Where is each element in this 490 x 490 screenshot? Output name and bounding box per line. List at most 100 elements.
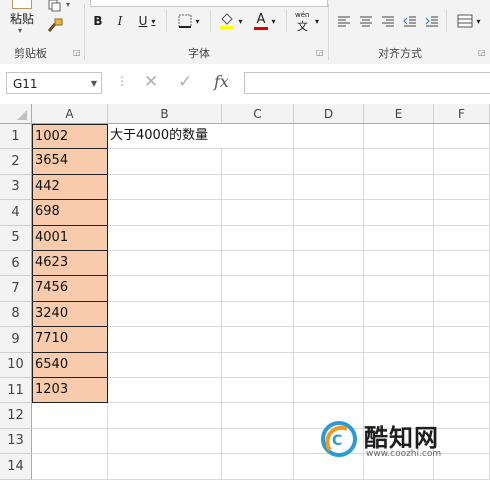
cell-e8[interactable] xyxy=(364,301,434,328)
cell-b6[interactable] xyxy=(108,251,222,277)
cell-e5[interactable] xyxy=(364,225,434,251)
cell-f8[interactable] xyxy=(434,301,490,328)
align-center-button[interactable] xyxy=(358,12,374,30)
cell-c1[interactable] xyxy=(222,124,294,150)
cell-b5[interactable] xyxy=(108,225,222,251)
cell-b1[interactable]: 大于4000的数量 xyxy=(108,124,222,150)
cell-c14[interactable] xyxy=(222,454,294,480)
column-header-e[interactable]: E xyxy=(364,104,434,124)
cell-f10[interactable] xyxy=(434,352,490,378)
cell-a1[interactable]: 1002 xyxy=(32,124,108,150)
cell-f3[interactable] xyxy=(434,174,490,201)
row-header-14[interactable]: 14 xyxy=(0,454,32,480)
row-header-6[interactable]: 6 xyxy=(0,251,32,277)
format-painter-button[interactable] xyxy=(46,18,66,36)
cell-f5[interactable] xyxy=(434,225,490,251)
cell-b12[interactable] xyxy=(108,403,222,429)
decrease-indent-button[interactable] xyxy=(402,12,418,30)
increase-indent-button[interactable] xyxy=(424,12,440,30)
cell-b9[interactable] xyxy=(108,327,222,353)
cell-e4[interactable] xyxy=(364,200,434,226)
cell-c13[interactable] xyxy=(222,428,294,455)
row-header-8[interactable]: 8 xyxy=(0,301,32,328)
cell-a4[interactable]: 698 xyxy=(32,200,108,226)
column-header-c[interactable]: C xyxy=(222,104,294,124)
cell-b10[interactable] xyxy=(108,352,222,378)
cell-a7[interactable]: 7456 xyxy=(32,276,108,302)
select-all-corner[interactable] xyxy=(0,104,32,124)
cell-e3[interactable] xyxy=(364,174,434,201)
cell-b3[interactable] xyxy=(108,174,222,201)
cell-d9[interactable] xyxy=(294,327,364,353)
row-header-2[interactable]: 2 xyxy=(0,149,32,175)
cell-e11[interactable] xyxy=(364,378,434,404)
dialog-launcher-icon[interactable]: ◲ xyxy=(73,48,81,57)
cell-e2[interactable] xyxy=(364,149,434,175)
column-header-b[interactable]: B xyxy=(108,104,222,124)
cell-c9[interactable] xyxy=(222,327,294,353)
cell-e9[interactable] xyxy=(364,327,434,353)
cell-b14[interactable] xyxy=(108,454,222,480)
cell-c11[interactable] xyxy=(222,378,294,404)
cell-a14[interactable] xyxy=(32,454,108,480)
dialog-launcher-icon[interactable]: ◲ xyxy=(316,48,324,57)
cell-b13[interactable] xyxy=(108,428,222,455)
cell-a2[interactable]: 3654 xyxy=(32,149,108,175)
bold-button[interactable]: B xyxy=(90,12,106,30)
copy-button[interactable]: ▾ xyxy=(46,0,76,14)
formula-input[interactable] xyxy=(244,72,490,94)
enter-button[interactable]: ✓ xyxy=(178,72,192,92)
cell-d11[interactable] xyxy=(294,378,364,404)
row-header-12[interactable]: 12 xyxy=(0,403,32,429)
cancel-button[interactable]: ✕ xyxy=(144,72,158,92)
cell-d4[interactable] xyxy=(294,200,364,226)
merge-center-button[interactable]: ▾ xyxy=(454,12,484,30)
cell-f2[interactable] xyxy=(434,149,490,175)
cell-a13[interactable] xyxy=(32,428,108,455)
cell-c12[interactable] xyxy=(222,403,294,429)
cell-b7[interactable] xyxy=(108,276,222,302)
cell-a9[interactable]: 7710 xyxy=(32,327,108,353)
font-color-button[interactable]: A ▾ xyxy=(250,12,280,30)
underline-button[interactable]: U ▾ xyxy=(134,12,160,30)
cell-c2[interactable] xyxy=(222,149,294,175)
row-header-7[interactable]: 7 xyxy=(0,276,32,302)
insert-function-button[interactable]: fx xyxy=(214,72,229,91)
cell-b2[interactable] xyxy=(108,149,222,175)
cell-d8[interactable] xyxy=(294,301,364,328)
row-header-5[interactable]: 5 xyxy=(0,225,32,251)
cell-b8[interactable] xyxy=(108,301,222,328)
cell-c4[interactable] xyxy=(222,200,294,226)
cell-f4[interactable] xyxy=(434,200,490,226)
cell-d5[interactable] xyxy=(294,225,364,251)
cell-c3[interactable] xyxy=(222,174,294,201)
row-header-9[interactable]: 9 xyxy=(0,327,32,353)
cell-a5[interactable]: 4001 xyxy=(32,225,108,251)
row-header-13[interactable]: 13 xyxy=(0,428,32,455)
cell-d7[interactable] xyxy=(294,276,364,302)
more-options-icon[interactable]: ⋮ xyxy=(116,74,128,88)
row-header-3[interactable]: 3 xyxy=(0,174,32,201)
cell-c6[interactable] xyxy=(222,251,294,277)
cell-f1[interactable] xyxy=(434,124,490,150)
cell-e6[interactable] xyxy=(364,251,434,277)
border-button[interactable]: ▾ xyxy=(174,12,204,30)
cell-b4[interactable] xyxy=(108,200,222,226)
column-header-d[interactable]: D xyxy=(294,104,364,124)
cell-a3[interactable]: 442 xyxy=(32,174,108,201)
fill-color-button[interactable]: ▾ xyxy=(216,12,246,30)
row-header-10[interactable]: 10 xyxy=(0,352,32,378)
cell-b11[interactable] xyxy=(108,378,222,404)
cell-c8[interactable] xyxy=(222,301,294,328)
dialog-launcher-icon[interactable]: ◲ xyxy=(478,48,486,57)
row-header-1[interactable]: 1 xyxy=(0,124,32,150)
cell-a6[interactable]: 4623 xyxy=(32,251,108,277)
row-header-4[interactable]: 4 xyxy=(0,200,32,226)
cell-f11[interactable] xyxy=(434,378,490,404)
italic-button[interactable]: I xyxy=(112,12,128,30)
cell-d2[interactable] xyxy=(294,149,364,175)
align-left-button[interactable] xyxy=(336,12,352,30)
cell-a12[interactable] xyxy=(32,403,108,429)
cell-f9[interactable] xyxy=(434,327,490,353)
phonetic-guide-button[interactable]: wén 文 ▾ xyxy=(292,11,322,33)
